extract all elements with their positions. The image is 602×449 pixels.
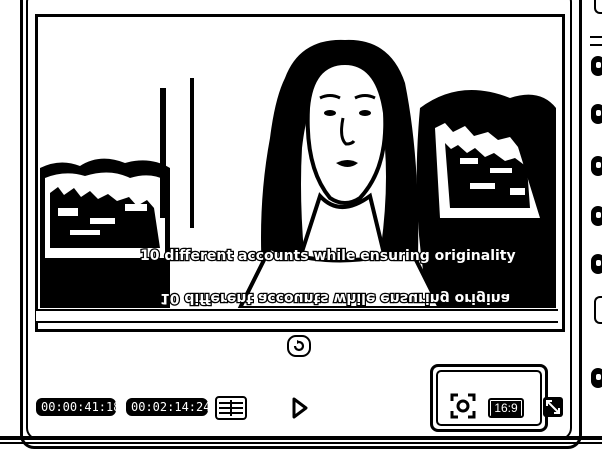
crop-icon [450, 393, 476, 419]
fullscreen-icon [543, 397, 563, 417]
current-time: 00:00:41:18 [36, 398, 120, 416]
aspect-ratio-button[interactable]: 16:9 [488, 398, 524, 418]
sidebar-item[interactable] [591, 206, 602, 226]
play-icon [292, 397, 308, 419]
sidebar-item[interactable] [591, 368, 602, 388]
preview-bottom-bar [36, 309, 558, 323]
bottom-divider [0, 442, 602, 444]
sidebar-item[interactable] [591, 156, 602, 176]
sidebar-item[interactable] [591, 104, 602, 124]
subtitle-text[interactable]: 10 different accounts while ensuring ori… [139, 247, 517, 266]
aspect-ratio-label: 16:9 [491, 400, 521, 416]
total-time: 00:02:14:24 [126, 398, 210, 416]
list-view-button[interactable] [215, 396, 247, 420]
video-preview[interactable] [40, 18, 556, 308]
sidebar-panel-edge [594, 296, 602, 324]
video-frame-image [40, 18, 556, 308]
fullscreen-button[interactable] [542, 396, 564, 418]
reset-button[interactable] [287, 335, 311, 357]
sidebar-divider [590, 44, 602, 46]
crop-button[interactable] [449, 392, 477, 420]
sidebar-divider [590, 36, 602, 38]
subtitle-text-mirrored: 10 different accounts while ensuring ori… [159, 289, 512, 308]
reset-icon [293, 340, 305, 352]
sidebar-item[interactable] [591, 56, 602, 76]
sidebar-top-edge [594, 0, 602, 14]
bottom-divider [0, 436, 602, 440]
play-button[interactable] [290, 396, 310, 420]
sidebar-item[interactable] [591, 254, 602, 274]
